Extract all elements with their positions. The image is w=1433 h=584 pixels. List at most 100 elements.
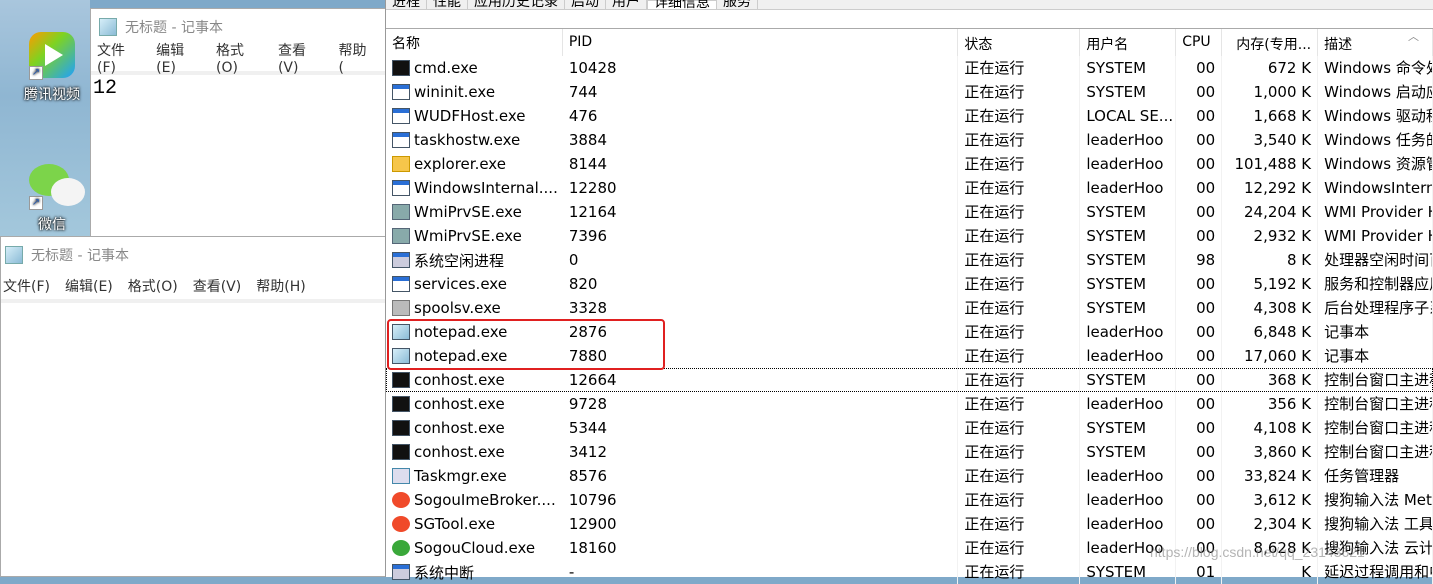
process-pid: 820 xyxy=(563,272,959,296)
process-user: SYSTEM xyxy=(1080,272,1177,296)
process-row[interactable]: wininit.exe 744 正在运行 SYSTEM 00 1,000 K Windows… xyxy=(386,80,1433,104)
process-row[interactable]: taskhostw.exe 3884 正在运行 leaderHoo 00 3,540 KW… xyxy=(386,128,1433,152)
process-name-cell: WmiPrvSE.exe xyxy=(386,203,563,221)
process-pid: 8576 xyxy=(563,464,959,488)
menu-file[interactable]: 文件(F) xyxy=(97,40,141,76)
process-mem: 4,108 K xyxy=(1222,416,1319,440)
process-name-cell: explorer.exe xyxy=(386,155,563,173)
tab-1[interactable]: 性能 xyxy=(427,0,468,9)
process-row[interactable]: conhost.exe 3412 正在运行 SYSTEM 00 3,860 K 控制台窗口主… xyxy=(386,440,1433,464)
title-bar[interactable]: 无标题 - 记事本 xyxy=(1,237,385,273)
console-icon xyxy=(392,444,410,460)
process-name-cell: conhost.exe xyxy=(386,395,563,413)
process-user: SYSTEM xyxy=(1080,248,1177,272)
taskmgr-icon xyxy=(392,468,410,484)
process-row[interactable]: SogouImeBroker.... 10796 正在运行 leaderHoo 00 3,… xyxy=(386,488,1433,512)
process-desc: Windows 驱动程 xyxy=(1318,104,1433,128)
process-row[interactable]: cmd.exe 10428 正在运行 SYSTEM 00 672 K Windows 命令处 xyxy=(386,56,1433,80)
tab-3[interactable]: 启动 xyxy=(565,0,606,9)
process-status: 正在运行 xyxy=(958,536,1081,560)
process-pid: 3884 xyxy=(563,128,959,152)
menu-format[interactable]: 格式(O) xyxy=(128,276,178,296)
process-row[interactable]: services.exe 820 正在运行 SYSTEM 00 5,192 K 服务和控制器… xyxy=(386,272,1433,296)
menu-format[interactable]: 格式(O) xyxy=(216,40,263,76)
notepad-window-1[interactable]: 无标题 - 记事本 文件(F) 编辑(E) 格式(O) 查看(V) 帮助( 12 xyxy=(90,8,386,238)
col-memory[interactable]: 内存(专用... xyxy=(1222,29,1319,56)
process-user: leaderHoo xyxy=(1080,392,1177,416)
menu-view[interactable]: 查看(V) xyxy=(193,276,242,296)
notepad-window-2[interactable]: 无标题 - 记事本 文件(F) 编辑(E) 格式(O) 查看(V) 帮助(H) xyxy=(0,236,386,577)
process-status: 正在运行 xyxy=(958,416,1081,440)
menu-file[interactable]: 文件(F) xyxy=(3,276,50,296)
tab-2[interactable]: 应用历史记录 xyxy=(468,0,565,9)
process-status: 正在运行 xyxy=(958,488,1081,512)
process-cpu: 00 xyxy=(1176,296,1223,320)
process-mem: 1,668 K xyxy=(1222,104,1319,128)
process-row[interactable]: explorer.exe 8144 正在运行 leaderHoo 00 101,488 K… xyxy=(386,152,1433,176)
process-mem: 356 K xyxy=(1222,392,1319,416)
text-area[interactable] xyxy=(1,299,385,579)
col-user[interactable]: 用户名 xyxy=(1080,29,1177,56)
process-user: SYSTEM xyxy=(1080,200,1177,224)
process-name-cell: wininit.exe xyxy=(386,83,563,101)
console-icon xyxy=(392,396,410,412)
process-desc: 记事本 xyxy=(1318,320,1433,344)
process-user: SYSTEM xyxy=(1080,560,1177,584)
process-row[interactable]: conhost.exe 12664 正在运行 SYSTEM 00 368 K 控制台窗口主进… xyxy=(386,368,1433,392)
process-row[interactable]: SGTool.exe 12900 正在运行 leaderHoo 00 2,304 K 搜狗输… xyxy=(386,512,1433,536)
menu-edit[interactable]: 编辑(E) xyxy=(65,276,113,296)
process-status: 正在运行 xyxy=(958,128,1081,152)
process-row[interactable]: 系统中断 - 正在运行 SYSTEM 01 K 延迟过程调用和中 xyxy=(386,560,1433,584)
process-row[interactable]: conhost.exe 9728 正在运行 leaderHoo 00 356 K 控制台窗口… xyxy=(386,392,1433,416)
process-name: WmiPrvSE.exe xyxy=(414,203,522,221)
tab-5[interactable]: 详细信息 xyxy=(647,0,717,9)
process-status: 正在运行 xyxy=(958,152,1081,176)
desktop-icon-tencent-video[interactable]: ↗ 腾讯视频 xyxy=(20,30,84,104)
col-pid[interactable]: PID xyxy=(563,29,959,56)
process-mem: 101,488 K xyxy=(1222,152,1319,176)
process-mem: 3,860 K xyxy=(1222,440,1319,464)
tab-4[interactable]: 用户 xyxy=(606,0,647,9)
process-cpu: 00 xyxy=(1176,128,1223,152)
desktop-icon-wechat[interactable]: ↗ 微信 xyxy=(20,160,85,234)
window-icon xyxy=(392,276,410,292)
process-row[interactable]: 系统空闲进程 0 正在运行 SYSTEM 98 8 K 处理器空闲时间百 xyxy=(386,248,1433,272)
process-cpu: 00 xyxy=(1176,392,1223,416)
process-row[interactable]: conhost.exe 5344 正在运行 SYSTEM 00 4,108 K 控制台窗口主… xyxy=(386,416,1433,440)
window-title: 无标题 - 记事本 xyxy=(125,20,223,36)
process-status: 正在运行 xyxy=(958,176,1081,200)
process-user: SYSTEM xyxy=(1080,224,1177,248)
col-description[interactable]: 描述 xyxy=(1318,29,1433,56)
process-row[interactable]: WmiPrvSE.exe 7396 正在运行 SYSTEM 00 2,932 K WMI P… xyxy=(386,224,1433,248)
menu-help[interactable]: 帮助( xyxy=(339,40,370,76)
menu-edit[interactable]: 编辑(E) xyxy=(156,40,201,76)
process-user: SYSTEM xyxy=(1080,296,1177,320)
menu-view[interactable]: 查看(V) xyxy=(278,40,324,76)
process-name: WmiPrvSE.exe xyxy=(414,227,522,245)
process-name-cell: services.exe xyxy=(386,275,563,293)
process-row[interactable]: WUDFHost.exe 476 正在运行 LOCAL SE... 00 1,668 KW… xyxy=(386,104,1433,128)
process-cpu: 00 xyxy=(1176,80,1223,104)
process-mem: 2,304 K xyxy=(1222,512,1319,536)
wmi-icon xyxy=(392,228,410,244)
process-name: conhost.exe xyxy=(414,419,505,437)
process-desc: 控制台窗口主进程 xyxy=(1318,416,1433,440)
process-row[interactable]: WindowsInternal.... 12280 正在运行 leaderHoo 00 1… xyxy=(386,176,1433,200)
col-cpu[interactable]: CPU xyxy=(1176,29,1223,56)
process-status: 正在运行 xyxy=(958,440,1081,464)
menu-help[interactable]: 帮助(H) xyxy=(256,276,305,296)
tab-6[interactable]: 服务 xyxy=(717,0,758,9)
process-row[interactable]: spoolsv.exe 3328 正在运行 SYSTEM 00 4,308 K 后台处理程序… xyxy=(386,296,1433,320)
process-name: WUDFHost.exe xyxy=(414,107,526,125)
col-name[interactable]: 名称 xyxy=(386,29,563,56)
process-pid: 744 xyxy=(563,80,959,104)
process-row[interactable]: WmiPrvSE.exe 12164 正在运行 SYSTEM 00 24,204 K WMI… xyxy=(386,200,1433,224)
process-name: SGTool.exe xyxy=(414,515,496,533)
process-row[interactable]: Taskmgr.exe 8576 正在运行 leaderHoo 00 33,824 K 任务… xyxy=(386,464,1433,488)
process-user: leaderHoo xyxy=(1080,320,1177,344)
process-status: 正在运行 xyxy=(958,344,1081,368)
process-user: leaderHoo xyxy=(1080,344,1177,368)
console-icon xyxy=(392,420,410,436)
col-status[interactable]: 状态 xyxy=(958,29,1081,56)
tab-0[interactable]: 进程 xyxy=(386,0,427,9)
